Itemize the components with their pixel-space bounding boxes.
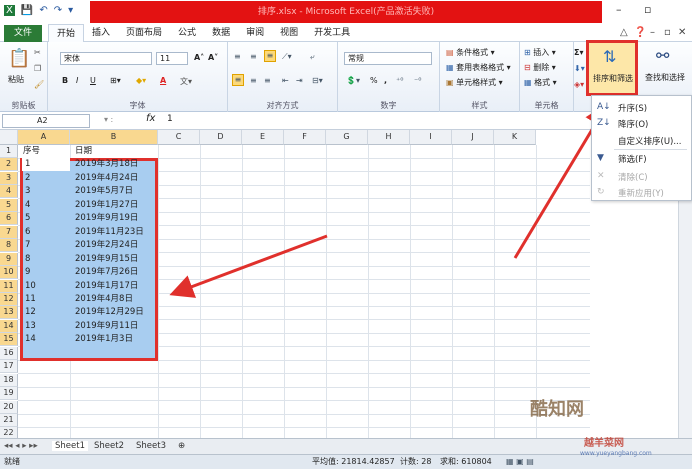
clear-filter-icon: ✕ [597,171,605,181]
menu-item-custom-sort[interactable]: 自定义排序(U)... [618,135,681,147]
sheet-tab-2[interactable]: Sheet2 [94,441,124,451]
arrow-to-data [169,234,328,298]
annotation-arrows [169,102,609,298]
menu-item-clear-filter: 清除(C) [618,173,648,183]
new-sheet-icon[interactable]: ⊕ [178,441,185,451]
status-sum: 求和: 610804 [440,457,492,466]
sheet-nav-icon[interactable]: ◂◂ ◂ ▸ ▸▸ [4,441,38,451]
sort-ascending-icon: A↓ [597,102,611,112]
filter-icon: ▼ [597,153,604,163]
menu-separator [614,149,687,150]
status-ready: 就绪 [4,457,20,466]
watermark-logo: 酷知网 [530,399,584,420]
status-count: 计数: 28 [400,457,432,466]
sort-descending-icon: Z↓ [597,118,611,128]
menu-item-sort-descending[interactable]: 降序(O) [618,118,648,130]
sheet-tab-3[interactable]: Sheet3 [136,441,166,451]
sheet-tab-1[interactable]: Sheet1 [52,441,88,451]
menu-item-sort-ascending[interactable]: 升序(S) [618,102,647,114]
reapply-icon: ↻ [597,187,605,197]
watermark-url: www.yueyangbang.com [580,450,652,457]
status-average: 平均值: 21814.42857 [312,457,395,466]
watermark-site: 越羊菜网 [584,438,624,449]
sort-filter-menu: A↓ 升序(S) Z↓ 降序(O) 自定义排序(U)... ▼ 筛选(F) ✕ 清除(C) ↻ 重新… [591,95,692,201]
view-buttons-icon[interactable]: ▦ ▣ ▤ [506,455,534,469]
menu-item-filter[interactable]: 筛选(F) [618,153,647,165]
menu-item-reapply-filter: 重新应用(Y) [618,189,664,199]
